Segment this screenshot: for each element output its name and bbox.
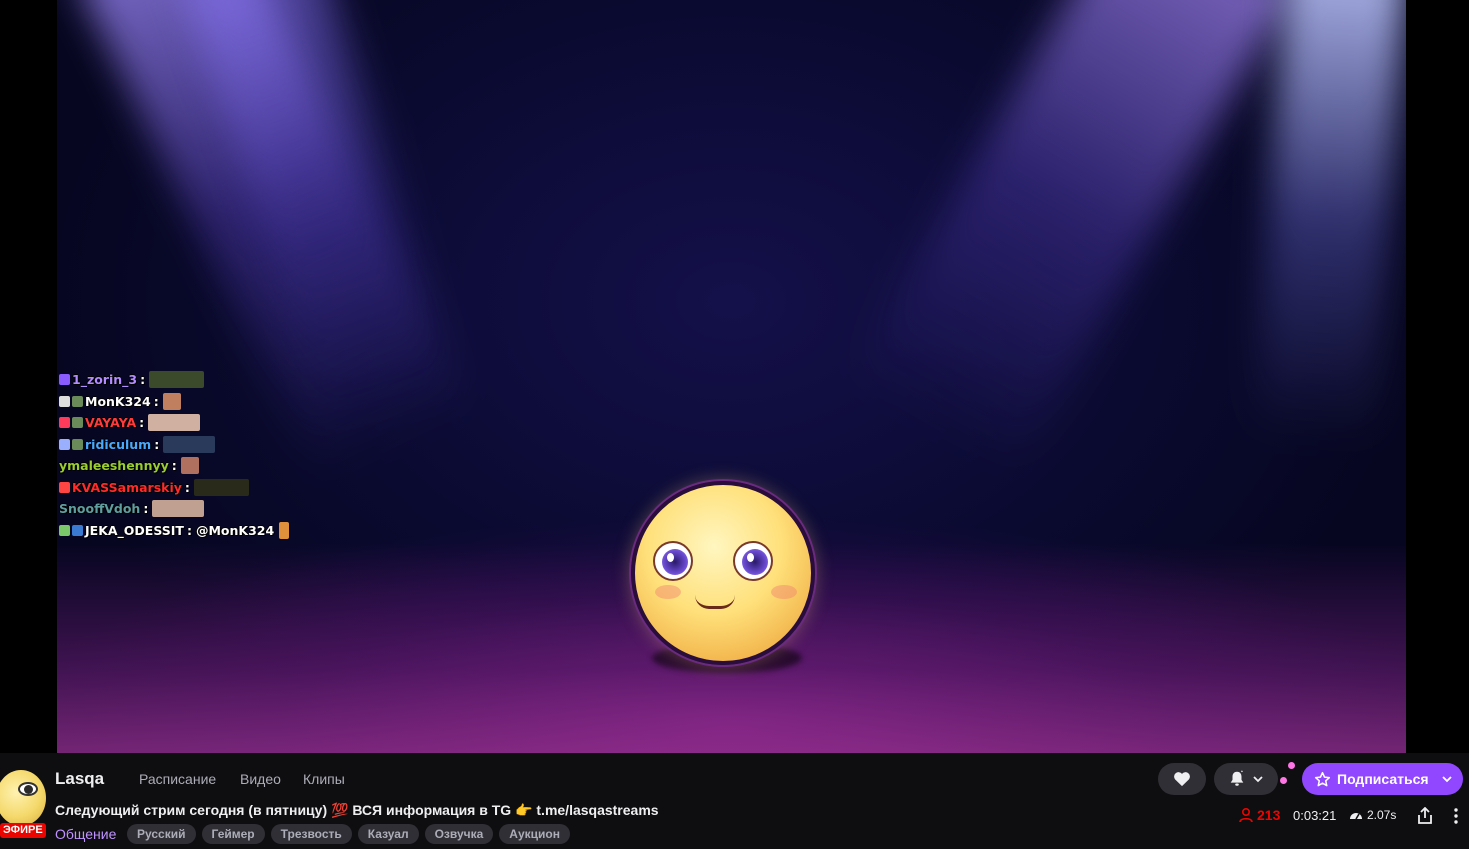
tab-schedule[interactable]: Расписание [139, 771, 216, 787]
chevron-down-icon [1441, 776, 1452, 783]
latency-value: 2.07s [1367, 808, 1397, 822]
live-badge: ЭФИРЕ [0, 823, 46, 838]
chat-line: 1_zorin_3: [59, 369, 289, 391]
chat-badge-icon [72, 395, 83, 407]
chat-separator: : [186, 522, 192, 538]
viewer-count: 213 [1238, 807, 1280, 823]
subscribe-label: Подписаться [1337, 771, 1429, 787]
person-icon [1239, 807, 1253, 823]
chat-emote-icon [180, 457, 199, 475]
tag[interactable]: Аукцион [499, 824, 570, 844]
chat-badge-icon [59, 417, 70, 429]
chevron-down-icon [1253, 776, 1263, 783]
speedometer-icon [1350, 813, 1362, 820]
chat-badge-icon [59, 395, 70, 407]
chat-separator: : [143, 501, 149, 517]
notification-dot [1280, 777, 1287, 784]
stream-uptime: 0:03:21 [1293, 808, 1337, 823]
chat-username: MonK324 [85, 393, 151, 409]
chat-badge-icon [72, 524, 83, 536]
chat-line: ymaleeshennyy: [59, 455, 289, 477]
avatar-container[interactable]: ЭФИРЕ [0, 770, 50, 838]
category-link[interactable]: Общение [55, 826, 116, 842]
mascot-mouth [695, 595, 735, 609]
share-icon [1418, 807, 1432, 824]
chat-badge-icon [59, 374, 70, 386]
chat-username: VAYAYA [85, 415, 137, 431]
notifications-button[interactable] [1214, 763, 1278, 795]
spotlight-beam [1253, 0, 1406, 444]
chat-message: @MonK324 [195, 522, 275, 538]
chat-separator: : [139, 415, 145, 431]
spotlight-beam [849, 0, 1295, 473]
chat-username: SnooffVdoh [59, 501, 141, 517]
tab-videos[interactable]: Видео [240, 771, 281, 787]
more-options-button[interactable] [1447, 805, 1465, 827]
tag[interactable]: Русский [127, 824, 196, 844]
tag[interactable]: Геймер [201, 824, 265, 844]
latency-indicator: 2.07s [1349, 808, 1396, 822]
chat-badge-icon [72, 417, 83, 429]
chat-line: SnooffVdoh: [59, 498, 289, 520]
mascot-eye [653, 541, 693, 581]
tag[interactable]: Казуал [357, 824, 419, 844]
chat-line: JEKA_ODESSIT: @MonK324 [59, 520, 290, 542]
chat-emote-icon [148, 414, 201, 432]
notification-dot [1288, 762, 1295, 769]
chat-badge-icon [59, 524, 70, 536]
mascot-cheek [655, 585, 681, 599]
bell-icon [1230, 770, 1244, 786]
mascot-cheek [771, 585, 797, 599]
tab-clips[interactable]: Клипы [303, 771, 345, 787]
viewer-count-value: 213 [1257, 807, 1281, 823]
chat-emote-icon [152, 500, 205, 518]
kebab-menu-icon [1454, 808, 1458, 824]
tag-list: Русский Геймер Трезвость Казуал Озвучка … [127, 824, 570, 844]
chat-separator: : [140, 372, 146, 388]
chat-username: JEKA_ODESSIT [85, 522, 184, 538]
chat-emote-icon [163, 435, 216, 453]
chat-username: KVASSamarskiy [72, 479, 182, 495]
chat-emote-icon [193, 478, 249, 496]
star-icon [1314, 771, 1331, 786]
mascot-eye [733, 541, 773, 581]
mascot-character [631, 481, 815, 665]
video-player[interactable]: 1_zorin_3: MonK324: VAYAYA: ridiculum: ymale… [0, 0, 1469, 753]
follow-button[interactable] [1158, 763, 1206, 795]
chat-line: MonK324: [59, 391, 289, 413]
chat-badge-icon [72, 438, 83, 450]
chat-line: ridiculum: [59, 434, 289, 456]
chat-line: VAYAYA: [59, 412, 289, 434]
avatar[interactable] [0, 770, 46, 826]
chat-separator: : [171, 458, 177, 474]
tag[interactable]: Озвучка [424, 824, 494, 844]
share-button[interactable] [1415, 805, 1435, 827]
chat-username: ridiculum [85, 436, 152, 452]
chat-separator: : [184, 479, 190, 495]
chat-line: KVASSamarskiy: [59, 477, 289, 499]
subscribe-button[interactable]: Подписаться [1302, 763, 1463, 795]
heart-icon [1174, 772, 1190, 787]
chat-emote-icon [149, 371, 205, 389]
stream-title: Следующий стрим сегодня (в пятницу) 💯 ВС… [55, 802, 659, 818]
chat-separator: : [154, 436, 160, 452]
chat-username: 1_zorin_3 [72, 372, 138, 388]
chat-overlay: 1_zorin_3: MonK324: VAYAYA: ridiculum: ymale… [59, 369, 290, 542]
chat-badge-icon [59, 481, 70, 493]
channel-info-bar: ЭФИРЕ Lasqa Расписание Видео Клипы Следу… [0, 753, 1469, 849]
chat-separator: : [153, 393, 159, 409]
channel-name[interactable]: Lasqa [55, 769, 104, 789]
chat-badge-icon [59, 438, 70, 450]
chat-emote-icon [279, 521, 290, 539]
chat-emote-icon [162, 392, 181, 410]
chat-username: ymaleeshennyy [59, 458, 169, 474]
tag[interactable]: Трезвость [270, 824, 352, 844]
